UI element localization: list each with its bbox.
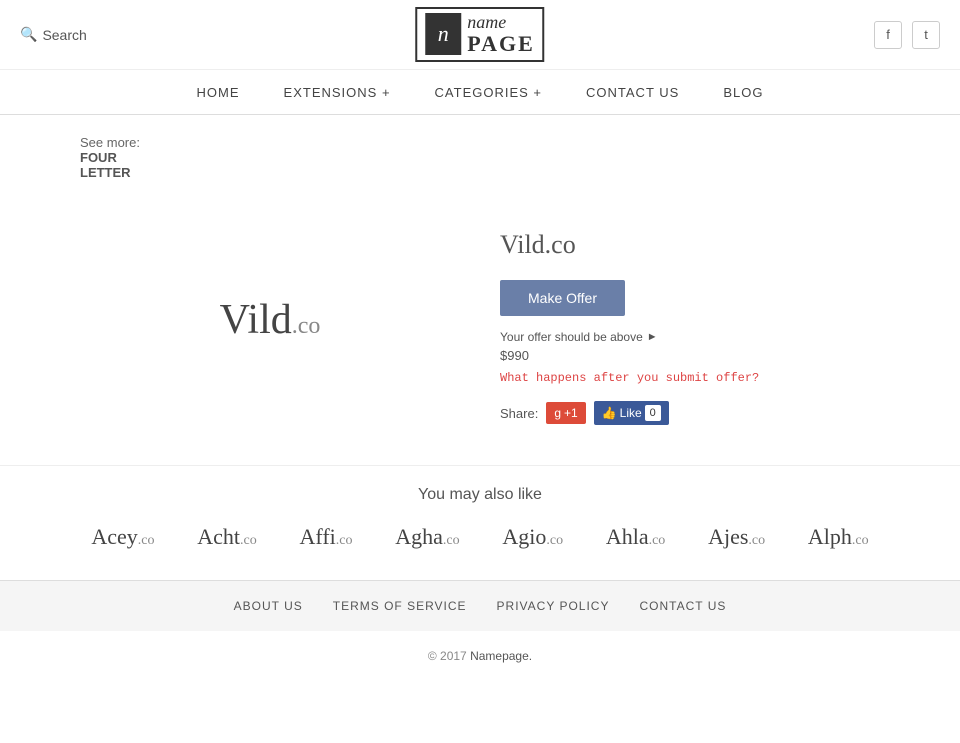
breadcrumb-link[interactable]: FOURLETTER bbox=[80, 150, 880, 180]
domain-info: Vild.co Make Offer Your offer should be … bbox=[500, 220, 880, 425]
list-item[interactable]: Acey.co bbox=[91, 524, 154, 550]
list-item[interactable]: Agha.co bbox=[395, 524, 459, 550]
offer-hint-text: Your offer should be above bbox=[500, 330, 643, 344]
breadcrumb-text: FOURLETTER bbox=[80, 150, 880, 180]
main-content: Vild.co Vild.co Make Offer Your offer sh… bbox=[0, 200, 960, 465]
footer-nav-privacy[interactable]: PRIVACY POLICY bbox=[497, 599, 610, 613]
copyright-link[interactable]: Namepage. bbox=[470, 649, 532, 663]
also-like-grid: Acey.co Acht.co Affi.co Agha.co Agio.co … bbox=[80, 524, 880, 550]
breadcrumb-prefix: See more: bbox=[80, 135, 140, 150]
offer-hint: Your offer should be above ► bbox=[500, 330, 880, 344]
logo-text: name PAGE bbox=[467, 13, 534, 57]
fb-count: 0 bbox=[645, 405, 661, 421]
also-like-title: You may also like bbox=[80, 486, 880, 504]
share-row: Share: g +1 👍 Like 0 bbox=[500, 401, 880, 425]
site-logo[interactable]: n name PAGE bbox=[415, 7, 544, 63]
share-label: Share: bbox=[500, 406, 538, 421]
gplus-button[interactable]: g +1 bbox=[546, 402, 585, 424]
list-item[interactable]: Acht.co bbox=[197, 524, 256, 550]
logo-name: name bbox=[467, 13, 534, 33]
main-nav: HOME EXTENSIONS + CATEGORIES + CONTACT U… bbox=[0, 70, 960, 115]
logo-page: PAGE bbox=[467, 32, 534, 56]
arrow-right-icon: ► bbox=[647, 331, 658, 343]
what-happens-link[interactable]: What happens after you submit offer? bbox=[500, 371, 880, 385]
fb-like-label: Like bbox=[620, 406, 642, 420]
breadcrumb: See more: FOURLETTER bbox=[0, 115, 960, 200]
also-like-section: You may also like Acey.co Acht.co Affi.c… bbox=[0, 465, 960, 580]
domain-logo-area: Vild.co bbox=[80, 220, 460, 420]
logo-icon: n bbox=[425, 13, 461, 55]
footer-nav-contact[interactable]: CONTACT US bbox=[639, 599, 726, 613]
domain-title: Vild.co bbox=[500, 230, 880, 260]
copyright-year: © 2017 bbox=[428, 649, 467, 663]
twitter-link[interactable]: t bbox=[912, 21, 940, 49]
twitter-icon: t bbox=[924, 27, 928, 42]
nav-categories[interactable]: CATEGORIES + bbox=[413, 73, 564, 112]
footer-nav-terms[interactable]: TERMS OF SERVICE bbox=[333, 599, 467, 613]
gplus-icon: g bbox=[554, 406, 561, 420]
social-links: f t bbox=[874, 21, 940, 49]
nav-contact[interactable]: CONTACT US bbox=[564, 73, 701, 112]
nav-blog[interactable]: BLOG bbox=[701, 73, 785, 112]
nav-home[interactable]: HOME bbox=[175, 73, 262, 112]
footer-nav: ABOUT US TERMS OF SERVICE PRIVACY POLICY… bbox=[0, 580, 960, 631]
list-item[interactable]: Agio.co bbox=[502, 524, 563, 550]
footer: ABOUT US TERMS OF SERVICE PRIVACY POLICY… bbox=[0, 580, 960, 681]
make-offer-button[interactable]: Make Offer bbox=[500, 280, 625, 316]
search-icon: 🔍 bbox=[20, 26, 37, 43]
facebook-link[interactable]: f bbox=[874, 21, 902, 49]
list-item[interactable]: Alph.co bbox=[808, 524, 869, 550]
footer-nav-about[interactable]: ABOUT US bbox=[234, 599, 303, 613]
facebook-icon: f bbox=[886, 27, 890, 42]
offer-amount: $990 bbox=[500, 348, 880, 363]
list-item[interactable]: Ajes.co bbox=[708, 524, 765, 550]
nav-extensions[interactable]: EXTENSIONS + bbox=[262, 73, 413, 112]
site-header: 🔍 Search n name PAGE f t bbox=[0, 0, 960, 70]
domain-ext-display: .co bbox=[292, 313, 321, 339]
facebook-like-button[interactable]: 👍 Like 0 bbox=[594, 401, 669, 425]
list-item[interactable]: Ahla.co bbox=[606, 524, 665, 550]
gplus-label: +1 bbox=[564, 406, 578, 420]
search-button[interactable]: 🔍 Search bbox=[20, 26, 87, 43]
fb-like-icon: 👍 bbox=[602, 406, 617, 420]
list-item[interactable]: Affi.co bbox=[300, 524, 353, 550]
domain-name-display: Vild bbox=[220, 297, 292, 343]
footer-copyright: © 2017 Namepage. bbox=[0, 631, 960, 681]
domain-logo-display: Vild.co bbox=[220, 296, 321, 344]
search-label: Search bbox=[42, 27, 86, 43]
